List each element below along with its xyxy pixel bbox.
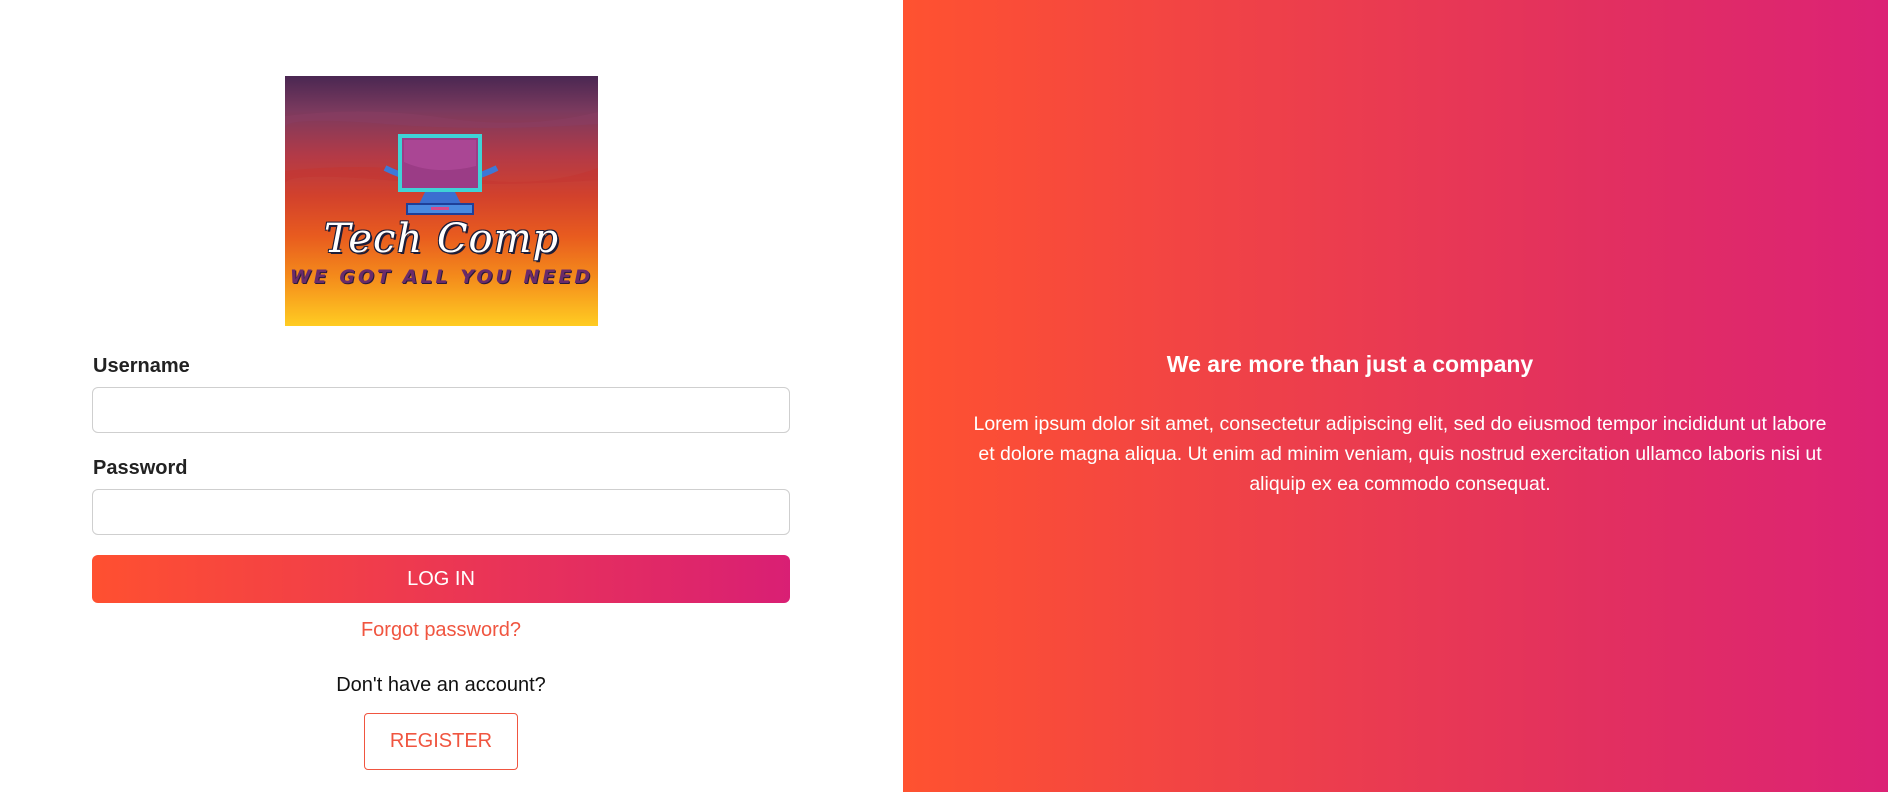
promo-text: Lorem ipsum dolor sit amet, consectetur … bbox=[973, 413, 1827, 495]
login-button[interactable]: LOG IN bbox=[92, 555, 790, 603]
no-account-text: Don't have an account? bbox=[336, 674, 546, 696]
username-input[interactable] bbox=[92, 387, 790, 433]
password-input[interactable] bbox=[92, 489, 790, 535]
company-logo: Tech Comp WE GOT ALL YOU NEED bbox=[285, 76, 598, 326]
promo-panel: We are more than just a company Lorem ip… bbox=[903, 0, 1888, 792]
password-label: Password bbox=[93, 457, 188, 479]
promo-title: We are more than just a company bbox=[1166, 351, 1534, 377]
computer-monitor-icon bbox=[285, 111, 598, 215]
logo-tagline: WE GOT ALL YOU NEED bbox=[289, 266, 594, 288]
forgot-password-link[interactable]: Forgot password? bbox=[0, 619, 882, 642]
register-button[interactable]: REGISTER bbox=[364, 713, 518, 770]
login-page: Tech Comp WE GOT ALL YOU NEED Username P… bbox=[0, 0, 1888, 792]
login-panel: Tech Comp WE GOT ALL YOU NEED Username P… bbox=[0, 0, 903, 792]
logo-title: Tech Comp bbox=[323, 216, 560, 262]
username-label: Username bbox=[93, 355, 190, 377]
